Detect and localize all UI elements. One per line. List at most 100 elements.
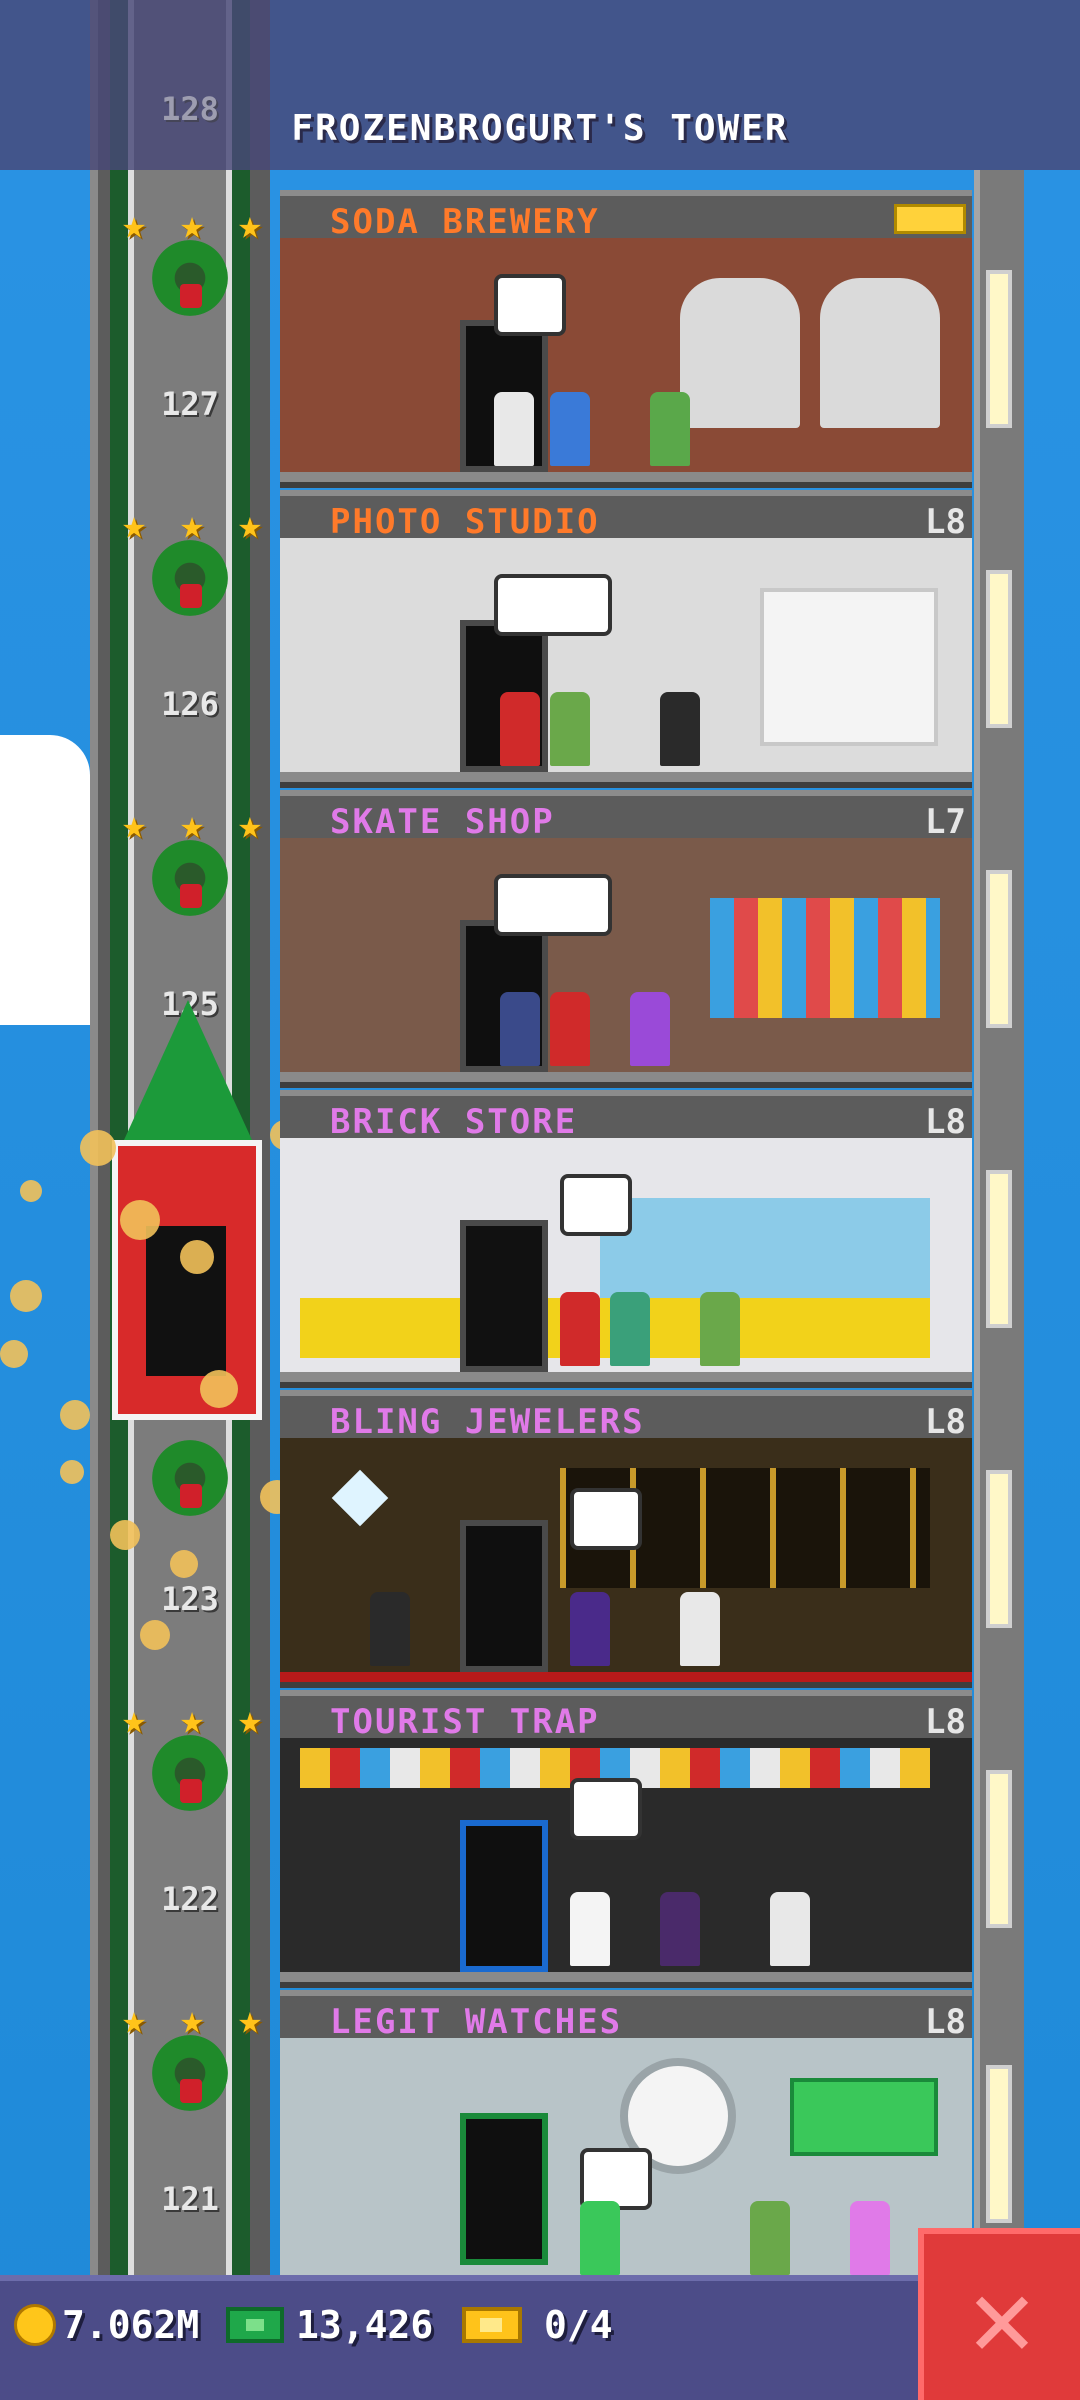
tower-title: FROZENBROGURT'S TOWER [291,108,789,149]
floor-header: LEGIT WATCHES L8 [280,1990,972,2042]
bitizen[interactable] [660,692,700,766]
window-light [986,1170,1012,1328]
bux-value: 13,426 [296,2303,434,2347]
coin-particle [80,1130,116,1166]
bitizen[interactable] [610,1292,650,1366]
floor-room [280,838,972,1082]
floor-name: BRICK STORE [330,1102,578,1142]
floor-number: 121 [161,2180,219,2218]
bitizen[interactable] [550,392,590,466]
skateboard-rack [710,898,940,1018]
elevator-car[interactable] [112,1140,262,1420]
speech-bubble[interactable] [494,874,612,936]
coin-particle [180,1240,214,1274]
star-decoration: ★ ★ ★ [122,802,262,848]
floor-number: 123 [161,1580,219,1618]
coin-particle [20,1180,42,1202]
coin-particle [120,1200,160,1240]
floor-bling-jewelers[interactable]: BLING JEWELERS L8 [280,1390,972,1688]
coin-particle [140,1620,170,1650]
floor-door [460,1520,548,1672]
bitizen[interactable] [560,1292,600,1366]
wreath-icon [152,840,228,916]
wreath-icon [152,1735,228,1811]
bitizen[interactable] [550,992,590,1066]
ticket-value: 0/4 [544,2303,613,2347]
ticket-counter[interactable]: 0/4 [462,2303,613,2347]
bitizen[interactable] [660,1892,700,1966]
bitizen[interactable] [700,1292,740,1366]
floor-header: SODA BREWERY [280,190,972,242]
snowman-bitizen[interactable] [570,1892,610,1966]
speech-bubble[interactable] [494,574,612,636]
star-decoration: ★ ★ ★ [122,1697,262,1743]
floor-base [280,1372,972,1382]
floor-header: BLING JEWELERS L8 [280,1390,972,1442]
floor-header: BRICK STORE L8 [280,1090,972,1142]
speech-bubble[interactable] [570,1778,642,1840]
coin-particle [200,1370,238,1408]
floor-number: 122 [161,1880,219,1918]
speech-bubble[interactable] [560,1174,632,1236]
wreath-icon [152,1440,228,1516]
floor-level: L8 [925,1702,966,1742]
brick-display [600,1198,930,1298]
floor-tourist-trap[interactable]: TOURIST TRAP L8 [280,1690,972,1988]
window-light [986,570,1012,728]
window-light [986,1770,1012,1928]
floor-door [460,1220,548,1372]
floor-base [280,772,972,782]
bitizen[interactable] [570,1592,610,1666]
floor-base [280,472,972,482]
bitizen[interactable] [370,1592,410,1666]
floor-room [280,1138,972,1382]
bitizen[interactable] [494,392,534,466]
floor-soda-brewery[interactable]: SODA BREWERY [280,190,972,488]
bitizen[interactable] [500,692,540,766]
photo-backdrop [760,588,938,746]
floor-room [280,238,972,482]
close-button[interactable]: ✕ [918,2228,1080,2400]
bitizen[interactable] [550,692,590,766]
window-light [986,270,1012,428]
bitizen[interactable] [750,2201,790,2275]
bitizen[interactable] [770,1892,810,1966]
brewing-tank [820,278,940,428]
coin-particle [110,1520,140,1550]
wreath-icon [152,540,228,616]
floor-level: L7 [925,802,966,842]
bitizen[interactable] [680,1592,720,1666]
floor-brick-store[interactable]: BRICK STORE L8 [280,1090,972,1388]
floor-base [280,1672,972,1682]
floor-header: SKATE SHOP L7 [280,790,972,842]
floor-photo-studio[interactable]: PHOTO STUDIO L8 [280,490,972,788]
christmas-tree-icon [124,1000,252,1140]
legit-sign [790,2078,938,2156]
floor-room [280,538,972,782]
coin-particle [170,1550,198,1578]
bux-icon [226,2307,284,2343]
star-decoration: ★ ★ ★ [122,202,262,248]
coin-particle [0,1340,28,1368]
floor-door [460,2113,548,2265]
window-light [986,2065,1012,2223]
floor-name: PHOTO STUDIO [330,502,600,542]
floor-room [280,1738,972,1982]
floor-name: SODA BREWERY [330,202,600,242]
bux-counter[interactable]: 13,426 [226,2303,433,2347]
bitizen[interactable] [580,2201,620,2275]
floor-skate-shop[interactable]: SKATE SHOP L7 [280,790,972,1088]
bitizen[interactable] [630,992,670,1066]
speech-bubble[interactable] [570,1488,642,1550]
coin-counter[interactable]: 7.062M [14,2303,199,2347]
floor-legit-watches[interactable]: LEGIT WATCHES L8 [280,1990,972,2275]
diamond-icon [331,1469,389,1527]
bitizen[interactable] [650,392,690,466]
floor-room [280,2038,972,2275]
bitizen[interactable] [500,992,540,1066]
speech-bubble[interactable] [494,274,566,336]
floor-level: L8 [925,502,966,542]
bitizen[interactable] [850,2201,890,2275]
floor-door [460,1820,548,1972]
window-light [986,1470,1012,1628]
